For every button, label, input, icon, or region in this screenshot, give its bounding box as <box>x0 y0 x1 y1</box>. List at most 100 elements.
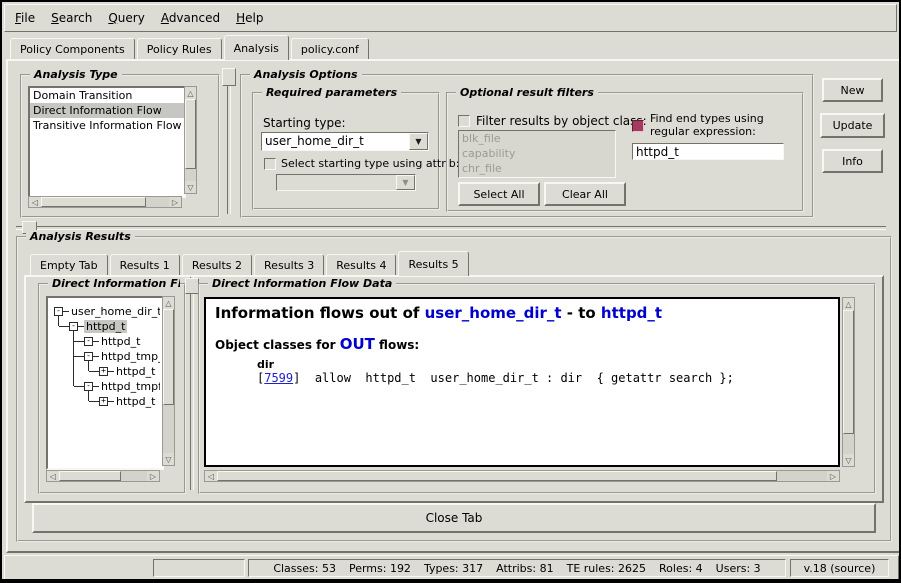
options-sash-handle[interactable] <box>222 68 236 86</box>
tab-results-2[interactable]: Results 2 <box>182 254 252 276</box>
stat-roles: Roles: 4 <box>659 562 703 575</box>
scroll-down-icon[interactable]: ▽ <box>185 181 196 193</box>
tree-line <box>73 331 74 386</box>
stat-classes: Classes: 53 <box>273 562 336 575</box>
object-class-checkbox-row: Filter results by object class: <box>458 114 647 128</box>
rule-number-link[interactable]: 7599 <box>264 371 293 385</box>
select-all-button[interactable]: Select All <box>458 182 540 206</box>
tree-expander[interactable]: + <box>99 367 108 376</box>
close-tab-button[interactable]: Close Tab <box>32 503 876 533</box>
scroll-left-icon[interactable]: ◁ <box>47 471 59 481</box>
flow-data-title: Direct Information Flow Data <box>208 277 396 290</box>
tree-expander[interactable]: - <box>84 337 93 346</box>
flow-tree-title: Direct Information Flow T <box>48 277 180 290</box>
scroll-up-icon[interactable]: △ <box>163 297 174 309</box>
data-vscrollbar[interactable]: △ ▽ <box>842 297 855 467</box>
tree-node-label[interactable]: httpd_t <box>114 365 157 378</box>
starting-type-value[interactable]: user_home_dir_t <box>262 133 409 150</box>
list-item[interactable]: Domain Transition <box>30 88 184 103</box>
chevron-down-icon[interactable]: ▼ <box>409 133 428 150</box>
scroll-left-icon[interactable]: ◁ <box>29 197 41 207</box>
tab-analysis[interactable]: Analysis <box>224 35 289 60</box>
tree-row: -httpd_t <box>84 334 142 349</box>
starting-type-label: Starting type: <box>263 116 346 130</box>
tab-empty[interactable]: Empty Tab <box>30 254 108 276</box>
scroll-thumb[interactable] <box>163 309 174 405</box>
analysis-type-listbox[interactable]: Domain Transition Direct Information Flo… <box>28 86 186 198</box>
list-item[interactable]: Transitive Information Flow <box>30 118 184 133</box>
tab-results-5[interactable]: Results 5 <box>398 251 468 276</box>
tree-line <box>74 341 84 342</box>
menu-query[interactable]: Query <box>108 11 144 25</box>
main-tab-bar: Policy Components Policy Rules Analysis … <box>10 39 371 60</box>
tree-data-sash-handle[interactable] <box>185 278 199 294</box>
tree-row: -httpd_tmp_t <box>84 349 160 364</box>
tree-node-label[interactable]: httpd_t <box>84 320 127 333</box>
scroll-up-icon[interactable]: △ <box>185 87 196 99</box>
tree-vscrollbar[interactable]: △ ▽ <box>162 296 175 466</box>
tree-hscrollbar[interactable]: ◁ ▷ <box>46 470 160 482</box>
menu-bar: File Search Query Advanced Help <box>4 4 897 32</box>
list-item: capability <box>459 146 615 161</box>
analysis-type-vscrollbar[interactable]: △ ▽ <box>184 86 197 194</box>
stat-perms: Perms: 192 <box>349 562 411 575</box>
object-class-listbox: blk_file capability chr_file <box>458 130 616 178</box>
tree-line <box>74 386 84 387</box>
flow-data-frame: Direct Information Flow Data Information… <box>198 283 876 494</box>
tree-line <box>59 326 69 327</box>
flow-tree[interactable]: -user_home_dir_t -httpd_t -httpd_t -http… <box>46 296 164 470</box>
scroll-right-icon[interactable]: ▷ <box>827 471 839 481</box>
scroll-thumb[interactable] <box>217 471 777 481</box>
scroll-thumb[interactable] <box>843 310 854 434</box>
scroll-thumb[interactable] <box>59 471 121 481</box>
tree-node-label[interactable]: httpd_tmpfs_ <box>99 380 160 393</box>
tree-node-label[interactable]: httpd_t <box>99 335 142 348</box>
analysis-type-title: Analysis Type <box>30 68 122 81</box>
tree-expander[interactable]: + <box>99 397 108 406</box>
tree-node-label[interactable]: httpd_tmp_t <box>99 350 160 363</box>
new-button[interactable]: New <box>822 78 883 102</box>
tab-results-4[interactable]: Results 4 <box>326 254 396 276</box>
analysis-type-hscrollbar[interactable]: ◁ ▷ <box>28 196 182 208</box>
menu-search[interactable]: Search <box>51 11 92 25</box>
object-classes-line: Object classes for OUT flows: <box>215 335 829 353</box>
tree-expander[interactable]: - <box>54 307 63 316</box>
starting-type-combobox[interactable]: user_home_dir_t ▼ <box>261 132 429 151</box>
tree-expander[interactable]: - <box>84 382 93 391</box>
scroll-up-icon[interactable]: △ <box>843 298 854 310</box>
info-button[interactable]: Info <box>822 149 883 173</box>
update-button[interactable]: Update <box>820 113 885 138</box>
scroll-down-icon[interactable]: ▽ <box>843 454 854 466</box>
tab-policy-conf[interactable]: policy.conf <box>291 38 369 60</box>
tab-results-1[interactable]: Results 1 <box>110 254 180 276</box>
tab-policy-components[interactable]: Policy Components <box>10 38 135 60</box>
attrib-checkbox[interactable] <box>264 158 276 170</box>
scroll-thumb[interactable] <box>41 197 146 207</box>
tab-results-3[interactable]: Results 3 <box>254 254 324 276</box>
source-type: user_home_dir_t <box>425 304 562 322</box>
object-class-checkbox[interactable] <box>458 115 470 127</box>
scroll-right-icon[interactable]: ▷ <box>169 197 181 207</box>
menu-advanced[interactable]: Advanced <box>161 11 220 25</box>
flow-data-textarea[interactable]: Information flows out of user_home_dir_t… <box>204 297 840 467</box>
tree-row: + httpd_t <box>99 364 157 379</box>
scroll-left-icon[interactable]: ◁ <box>205 471 217 481</box>
menu-help[interactable]: Help <box>236 11 263 25</box>
tree-node-label[interactable]: user_home_dir_t <box>69 305 160 318</box>
policy-version: v.18 (source) <box>804 562 876 575</box>
regex-checkbox[interactable] <box>632 120 644 132</box>
tree-row: -httpd_tmpfs_ <box>84 379 160 394</box>
regex-input[interactable] <box>632 143 784 160</box>
menu-file[interactable]: File <box>15 11 35 25</box>
tree-expander[interactable]: - <box>84 352 93 361</box>
data-hscrollbar[interactable]: ◁ ▷ <box>204 470 840 482</box>
scroll-thumb[interactable] <box>185 99 196 169</box>
scroll-right-icon[interactable]: ▷ <box>147 471 159 481</box>
scroll-down-icon[interactable]: ▽ <box>163 453 174 465</box>
tab-policy-rules[interactable]: Policy Rules <box>137 38 222 60</box>
list-item[interactable]: Direct Information Flow <box>30 103 184 118</box>
clear-all-button[interactable]: Clear All <box>544 182 626 206</box>
tree-node-label[interactable]: httpd_t <box>114 395 157 408</box>
tree-line <box>89 371 99 372</box>
tree-expander[interactable]: - <box>69 322 78 331</box>
